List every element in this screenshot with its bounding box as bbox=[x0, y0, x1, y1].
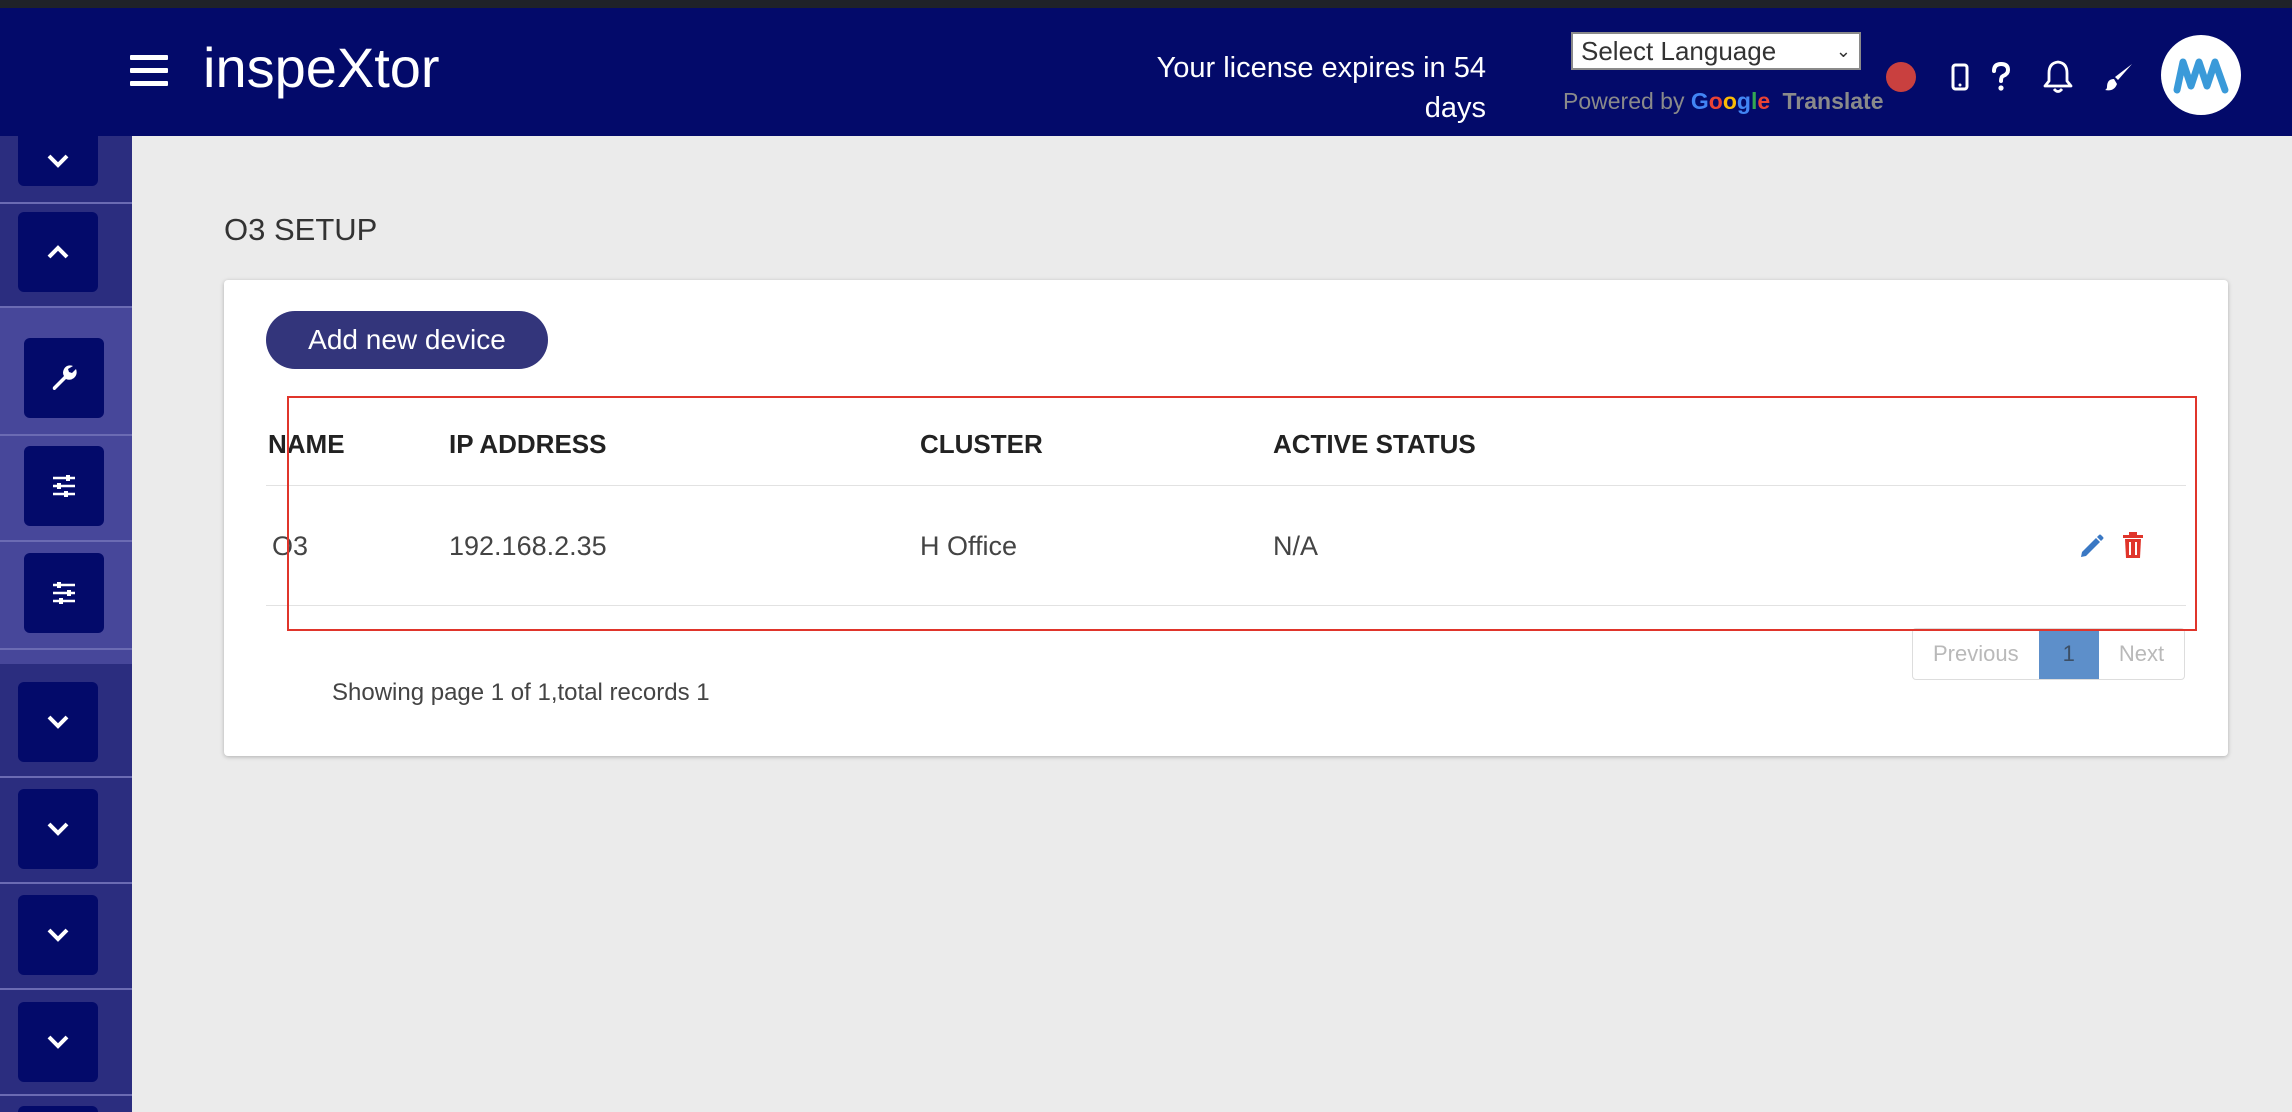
app-logo[interactable]: inspeXtor bbox=[203, 33, 440, 103]
sidebar-divider bbox=[0, 648, 132, 650]
sidebar-toggle-2[interactable] bbox=[18, 212, 98, 292]
chevron-up-icon bbox=[47, 245, 69, 259]
top-navbar: inspeXtor Your license expires in 54 day… bbox=[0, 8, 2292, 136]
page-title: O3 SETUP bbox=[224, 212, 378, 247]
trash-icon[interactable] bbox=[2121, 530, 2145, 560]
google-logo[interactable]: Google bbox=[1691, 88, 1777, 114]
cell-ip-address: 192.168.2.35 bbox=[449, 531, 607, 561]
sidebar-item-settings-2[interactable] bbox=[24, 553, 104, 633]
next-page-button[interactable]: Next bbox=[2099, 629, 2184, 679]
sidebar-toggle-4[interactable] bbox=[18, 789, 98, 869]
language-select-value: Select Language bbox=[1581, 36, 1777, 66]
chevron-down-icon: ⌄ bbox=[1835, 41, 1851, 61]
mobile-icon[interactable] bbox=[1940, 56, 1980, 98]
device-card: Add new device NAME IP ADDRESS CLUSTER A… bbox=[224, 280, 2228, 756]
menu-icon[interactable] bbox=[130, 55, 168, 87]
chevron-down-icon bbox=[47, 822, 69, 836]
user-avatar-logo[interactable] bbox=[2161, 35, 2241, 115]
sidebar bbox=[0, 136, 132, 1112]
column-header-cluster[interactable]: CLUSTER bbox=[920, 400, 1043, 486]
license-line-2: days bbox=[1424, 92, 1486, 124]
sidebar-divider bbox=[0, 1094, 132, 1096]
column-header-active-status[interactable]: ACTIVE STATUS bbox=[1273, 400, 1476, 486]
table-header: NAME IP ADDRESS CLUSTER ACTIVE STATUS bbox=[266, 400, 2186, 486]
chevron-down-icon bbox=[47, 928, 69, 942]
sidebar-divider bbox=[0, 306, 132, 308]
cell-active-status: N/A bbox=[1273, 531, 1319, 561]
add-new-device-button[interactable]: Add new device bbox=[266, 311, 548, 369]
sidebar-toggle-5[interactable] bbox=[18, 895, 98, 975]
sidebar-divider bbox=[0, 202, 132, 204]
license-notice: Your license expires in 54 days bbox=[1100, 48, 1486, 128]
table-row[interactable]: O3 192.168.2.35 H Office N/A bbox=[266, 486, 2186, 606]
sidebar-divider bbox=[0, 988, 132, 990]
language-select[interactable]: Select Language ⌄ bbox=[1571, 32, 1861, 70]
window-top-strip bbox=[0, 0, 2292, 8]
cell-cluster: H Office bbox=[920, 531, 1018, 561]
sidebar-divider bbox=[0, 882, 132, 884]
sidebar-toggle-7[interactable] bbox=[18, 1106, 98, 1112]
chevron-down-icon bbox=[47, 715, 69, 729]
sidebar-divider bbox=[0, 540, 132, 542]
pagination: Previous 1 Next bbox=[1912, 628, 2186, 680]
sidebar-item-tools[interactable] bbox=[24, 338, 104, 418]
status-dot[interactable] bbox=[1886, 62, 1916, 92]
chevron-down-icon bbox=[47, 154, 69, 168]
pencil-icon[interactable] bbox=[2078, 530, 2104, 560]
powered-by-google-translate: Powered by Google Translate bbox=[1563, 88, 1884, 115]
bell-icon[interactable] bbox=[2038, 56, 2078, 98]
sidebar-divider bbox=[0, 776, 132, 778]
cell-name: O3 bbox=[272, 531, 309, 561]
license-line-1: Your license expires in 54 bbox=[1156, 52, 1486, 84]
powered-by-label: Powered by bbox=[1563, 88, 1685, 114]
help-icon[interactable] bbox=[1981, 56, 2021, 98]
sidebar-toggle-1[interactable] bbox=[18, 136, 98, 186]
sidebar-toggle-3[interactable] bbox=[18, 682, 98, 762]
previous-page-button[interactable]: Previous bbox=[1913, 629, 2039, 679]
chevron-down-icon bbox=[47, 1035, 69, 1049]
brush-icon[interactable] bbox=[2098, 56, 2138, 98]
records-summary: Showing page 1 of 1,total records 1 bbox=[332, 679, 710, 706]
sliders-icon bbox=[53, 582, 75, 604]
page-1-button[interactable]: 1 bbox=[2038, 629, 2099, 679]
translate-link[interactable]: Translate bbox=[1783, 88, 1884, 114]
sidebar-divider bbox=[0, 434, 132, 436]
sliders-icon bbox=[53, 475, 75, 497]
sidebar-toggle-6[interactable] bbox=[18, 1002, 98, 1082]
wrench-icon bbox=[52, 365, 77, 390]
sidebar-item-settings-1[interactable] bbox=[24, 446, 104, 526]
column-header-ip-address[interactable]: IP ADDRESS bbox=[449, 400, 607, 486]
column-header-name[interactable]: NAME bbox=[268, 400, 345, 486]
